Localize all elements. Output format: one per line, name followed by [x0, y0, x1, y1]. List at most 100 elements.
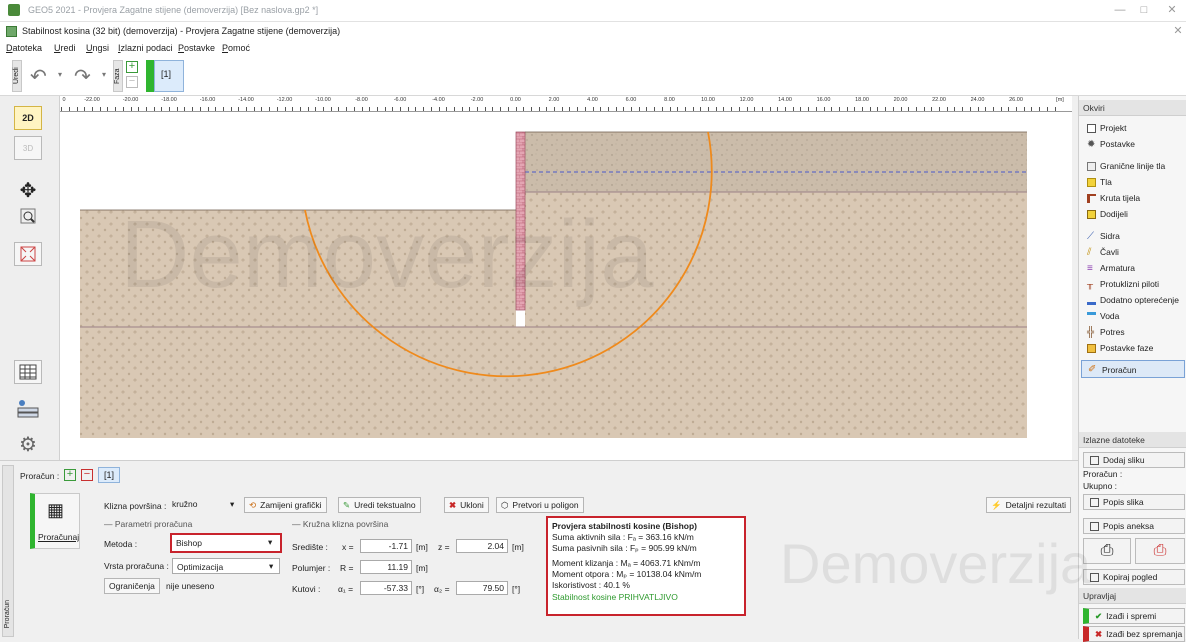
soil-icon	[1087, 177, 1096, 187]
labels-icon[interactable]	[14, 396, 42, 420]
ruler-tick-label: 12.00	[739, 97, 754, 103]
ruler-tick-label: 16.00	[816, 97, 831, 103]
ruler-tick	[738, 107, 740, 111]
ruler-tick	[215, 107, 217, 111]
run-calculation-button[interactable]: ▦ Proračunaj	[30, 493, 80, 549]
list-pictures-button[interactable]: Popis slika	[1083, 494, 1185, 510]
frame-granicne-linije[interactable]: Granične linije tla	[1087, 158, 1165, 174]
menu-ungsi[interactable]: Ungsi	[86, 43, 109, 53]
radius-input[interactable]: 11.19	[360, 560, 412, 574]
print-preview-button[interactable]: ⎙	[1135, 538, 1185, 564]
remove-stage-button[interactable]: −	[126, 76, 138, 88]
method-select[interactable]: Bishop ▾	[172, 535, 280, 551]
table-view-icon[interactable]	[14, 360, 42, 384]
alpha2-label: α₂ =	[434, 584, 450, 594]
constraints-button[interactable]: Ograničenja	[104, 578, 160, 594]
settings-gear-icon[interactable]: ⚙	[14, 432, 42, 456]
list-annex-button[interactable]: Popis aneksa	[1083, 518, 1185, 534]
rigid-body-icon	[1087, 193, 1096, 203]
frame-postavke[interactable]: ✹ Postavke	[1087, 136, 1135, 152]
convert-polygon-button[interactable]: ⬡ Pretvori u poligon	[496, 497, 584, 513]
ruler-tick	[684, 107, 686, 111]
ruler-tick	[84, 107, 86, 111]
move-icon[interactable]: ✥	[14, 178, 42, 202]
ruler-tick-label: 2.00	[548, 97, 560, 103]
printer-icon: ⎙	[1100, 542, 1114, 559]
ruler-tick	[284, 107, 286, 111]
vrsta-label: Vrsta proračuna :	[104, 561, 169, 571]
alpha2-input[interactable]: 79.50	[456, 581, 508, 595]
frame-postavke-faze[interactable]: Postavke faze	[1087, 340, 1153, 356]
undo-dropdown-icon[interactable]: ▾	[58, 70, 62, 79]
remove-calculation-button[interactable]: −	[81, 469, 93, 481]
undo-icon[interactable]: ↶	[30, 64, 47, 89]
view-3d-button[interactable]: 3D	[14, 136, 42, 160]
frame-potres[interactable]: ╬ Potres	[1087, 324, 1125, 340]
frame-proracun-selected[interactable]: ✐ Proračun	[1081, 360, 1185, 378]
earthquake-icon: ╬	[1087, 326, 1095, 338]
ruler-tick	[992, 107, 994, 111]
ruler-tick	[939, 107, 940, 111]
ruler-tick-label: -22.00	[84, 97, 100, 103]
menu-pomoc[interactable]: Pomoć	[222, 43, 250, 53]
center-x-input[interactable]: -1.71	[360, 539, 412, 553]
frame-dodatno-opterecenje[interactable]: Dodatno opterećenje	[1087, 292, 1179, 308]
exit-save-button[interactable]: ✔ Izađi i spremi	[1083, 608, 1185, 624]
frame-voda[interactable]: Voda	[1087, 308, 1119, 324]
close-button[interactable]: ✕	[1164, 3, 1180, 17]
maximize-button[interactable]: □	[1136, 3, 1152, 17]
redo-dropdown-icon[interactable]: ▾	[102, 70, 106, 79]
ruler-tick	[846, 107, 848, 111]
detailed-results-button[interactable]: ⚡ Detaljni rezultati	[986, 497, 1072, 513]
add-stage-button[interactable]: +	[126, 61, 138, 73]
frame-protuklizni-piloti[interactable]: ╥ Protuklizni piloti	[1087, 276, 1159, 292]
zoom-icon[interactable]	[14, 204, 42, 228]
drawing-canvas[interactable]: Demoverzija	[60, 112, 1072, 460]
frame-dodijeli[interactable]: Dodijeli	[1087, 206, 1128, 222]
frame-projekt[interactable]: Projekt	[1087, 120, 1126, 136]
module-close-button[interactable]: ✕	[1170, 24, 1186, 38]
add-picture-button[interactable]: Dodaj sliku	[1083, 452, 1185, 468]
ruler-tick	[862, 107, 863, 111]
stage-settings-icon	[1087, 343, 1096, 353]
menu-uredi[interactable]: Uredi	[54, 43, 76, 53]
faza-tab[interactable]: Faza	[113, 60, 123, 92]
proracun-side-tab[interactable]: Proračun	[2, 465, 14, 637]
alpha1-input[interactable]: -57.33	[360, 581, 412, 595]
boundary-lines-icon	[1087, 161, 1096, 171]
slip-surface-select[interactable]: kružno ▾	[172, 499, 242, 513]
upravljaj-header: Upravljaj	[1079, 588, 1186, 604]
ruler-tick	[892, 107, 894, 111]
add-calculation-button[interactable]: +	[64, 469, 76, 481]
ruler-tick	[423, 107, 425, 111]
frame-tla[interactable]: Tla	[1087, 174, 1112, 190]
menu-postavke[interactable]: Postavke	[178, 43, 215, 53]
stage-tab-1[interactable]: [1]	[154, 60, 184, 92]
copy-view-button[interactable]: Kopiraj pogled	[1083, 569, 1185, 585]
ruler-tick	[276, 107, 278, 111]
calc-type-select[interactable]: Optimizacija ▾	[172, 558, 280, 574]
edit-text-button[interactable]: ✎ Uredi tekstualno	[338, 497, 421, 513]
menu-datoteka[interactable]: Datoteka	[6, 43, 42, 53]
ruler-tick	[207, 107, 209, 111]
menu-izlazni-podaci[interactable]: Izlazni podaci	[118, 43, 173, 53]
ruler-tick	[269, 107, 271, 111]
uredi-tab[interactable]: Uredi	[12, 60, 22, 92]
frame-kruta-tijela[interactable]: Kruta tijela	[1087, 190, 1140, 206]
center-z-input[interactable]: 2.04	[456, 539, 508, 553]
redo-icon[interactable]: ↷	[74, 64, 91, 89]
calculation-tab-1[interactable]: [1]	[98, 467, 120, 483]
view-2d-button[interactable]: 2D	[14, 106, 42, 130]
minimize-button[interactable]: —	[1112, 3, 1128, 17]
fit-view-icon[interactable]	[14, 242, 42, 266]
ruler-tick	[299, 107, 301, 111]
remove-button[interactable]: ✖ Ukloni	[444, 497, 489, 513]
ruler-tick-label: -18.00	[161, 97, 177, 103]
replace-graphically-button[interactable]: ⟲ Zamijeni grafički	[244, 497, 327, 513]
frame-sidra[interactable]: ⟋ Sidra	[1087, 228, 1120, 244]
exit-nosave-button[interactable]: ✖ Izađi bez spremanja	[1083, 626, 1185, 642]
frame-armatura[interactable]: ≡ Armatura	[1087, 260, 1135, 276]
frame-cavli[interactable]: ⫽ Čavli	[1087, 244, 1119, 260]
ruler-unit-label: [m]	[1056, 97, 1064, 103]
stability-status: Stabilnost kosine PRIHVATLJIVO	[552, 592, 678, 602]
